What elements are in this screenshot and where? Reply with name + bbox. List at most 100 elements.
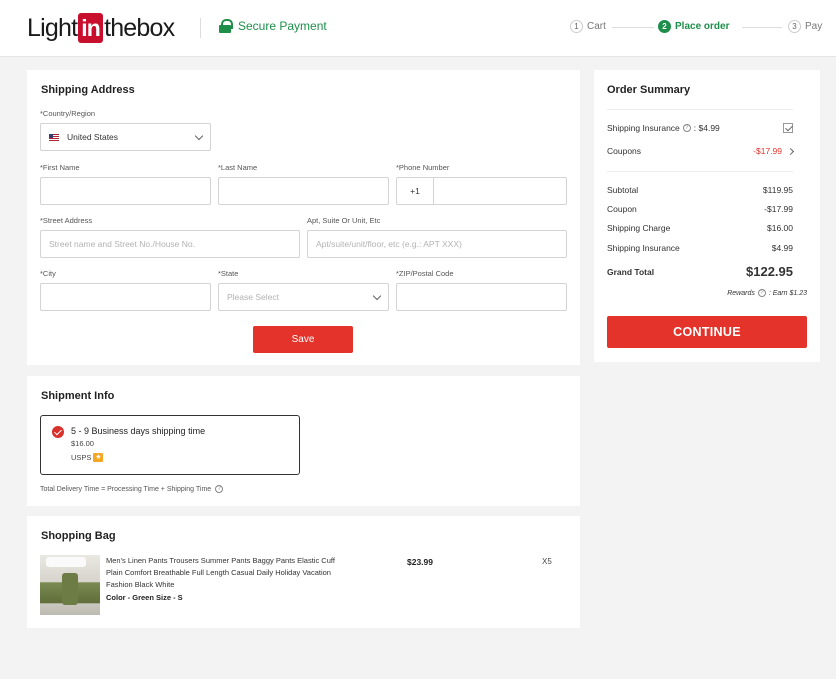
city-input[interactable] [49,292,210,302]
phone-input[interactable] [442,186,566,196]
street-input[interactable] [49,239,299,249]
shipping-charge-label: Shipping Charge [607,223,671,233]
divider [607,109,793,110]
insurance-checkbox[interactable] [783,123,793,133]
step-number: 1 [570,20,583,33]
header-divider [200,18,201,38]
city-field[interactable] [40,283,211,311]
logo-text-right: thebox [104,13,175,42]
section-title: Shipping Address [41,84,135,96]
shipping-charge-row: Shipping Charge $16.00 [607,223,793,233]
shipment-info-card: Shipment Info 5 - 9 Business days shippi… [27,376,580,506]
continue-button[interactable]: CONTINUE [607,316,807,348]
phone-field[interactable]: +1 [396,177,567,205]
step-label: Place order [675,21,730,32]
order-summary-card: Order Summary Shipping Insurance ? : $4.… [594,70,820,362]
step-cart: 1 Cart [570,20,606,33]
check-circle-icon [52,426,64,438]
shipping-option-name: 5 - 9 Business days shipping time [71,426,206,436]
delivery-time-text: Total Delivery Time = Processing Time + … [40,485,212,493]
step-pay: 3 Pay [788,20,822,33]
phone-prefix[interactable]: +1 [397,178,434,204]
delivery-time-note: Total Delivery Time = Processing Time + … [40,485,224,493]
grand-total-row: Grand Total $122.95 [607,264,793,279]
grand-total-value: $122.95 [746,264,793,279]
coupons-row[interactable]: Coupons -$17.99 [607,146,795,156]
step-place-order: 2 Place order [658,20,729,33]
zip-field[interactable] [396,283,567,311]
grand-total-label: Grand Total [607,266,655,277]
section-title: Order Summary [607,84,691,96]
country-value: United States [67,132,119,142]
first-name-input[interactable] [49,186,210,196]
step-label: Pay [805,21,823,32]
insurance-label-group: Shipping Insurance ? : $4.99 [607,123,720,133]
logo-text-in: in [78,13,104,43]
chevron-down-icon [372,291,382,301]
coupon-row: Coupon -$17.99 [607,204,793,214]
step-connector [742,27,782,28]
site-header: Light in thebox Secure Payment 1 Cart 2 Pl… [0,0,836,57]
step-connector [612,27,654,28]
divider [607,171,793,172]
coupon-value: -$17.99 [764,204,793,214]
product-name[interactable]: Men's Linen Pants Trousers Summer Pants … [106,555,346,591]
city-label: *City [40,269,56,278]
state-placeholder: Please Select [227,292,279,302]
us-flag-icon [49,133,59,141]
zip-input[interactable] [405,292,566,302]
shipping-carrier: USPS ★ [71,453,104,462]
shipping-insurance-value: $4.99 [771,243,793,253]
product-price: $23.99 [407,557,433,567]
first-name-label: *First Name [40,163,80,172]
question-icon[interactable]: ? [682,124,691,132]
zip-label: *ZIP/Postal Code [396,269,454,278]
product-thumbnail[interactable] [40,555,100,615]
street-field[interactable] [40,230,300,258]
lock-icon [219,19,233,33]
logo-text-left: Light [27,13,78,42]
lightinthebox-logo[interactable]: Light in thebox [27,13,175,43]
product-attributes: Color - Green Size - S [106,593,183,602]
subtotal-row: Subtotal $119.95 [607,185,793,195]
insurance-row: Shipping Insurance ? : $4.99 [607,123,793,133]
first-name-field[interactable] [40,177,211,205]
rewards-line: Rewards ? : Earn $1.23 [727,289,807,297]
step-label: Cart [587,21,606,32]
carrier-name: USPS [71,453,92,462]
country-select[interactable]: United States [40,123,211,151]
phone-label: *Phone Number [396,163,450,172]
apt-label: Apt, Suite Or Unit, Etc [307,216,381,225]
coupons-label: Coupons [607,146,642,156]
secure-payment: Secure Payment [219,19,327,33]
save-button[interactable]: Save [253,326,353,353]
last-name-field[interactable] [218,177,389,205]
shipping-option[interactable]: 5 - 9 Business days shipping time $16.00… [40,415,300,475]
carrier-badge-icon: ★ [93,453,104,462]
shipping-charge-value: $16.00 [767,223,793,233]
subtotal-value: $119.95 [762,185,793,195]
apt-input[interactable] [316,239,566,249]
question-icon[interactable]: ? [215,485,224,493]
rewards-label: Rewards [727,289,755,297]
shipping-insurance-row: Shipping Insurance $4.99 [607,243,793,253]
section-title: Shopping Bag [41,530,116,542]
shopping-bag-card: Shopping Bag Men's Linen Pants Trousers … [27,516,580,628]
coupons-value-group: -$17.99 [753,146,795,156]
step-number: 3 [788,20,801,33]
question-icon[interactable]: ? [757,289,766,297]
apt-field[interactable] [307,230,567,258]
rewards-value: : Earn $1.23 [768,289,807,297]
shipping-insurance-label: Shipping Insurance [607,243,680,253]
shipping-option-price: $16.00 [71,439,94,448]
coupon-label: Coupon [607,204,637,214]
chevron-right-icon [786,147,795,155]
chevron-down-icon [194,131,204,141]
insurance-label: Shipping Insurance [607,123,680,133]
checkout-steps: 1 Cart 2 Place order 3 Pay [570,20,826,36]
section-title: Shipment Info [41,390,115,402]
state-select[interactable]: Please Select [218,283,389,311]
product-quantity: X5 [542,557,552,566]
country-label: *Country/Region [40,109,96,118]
last-name-input[interactable] [227,186,388,196]
